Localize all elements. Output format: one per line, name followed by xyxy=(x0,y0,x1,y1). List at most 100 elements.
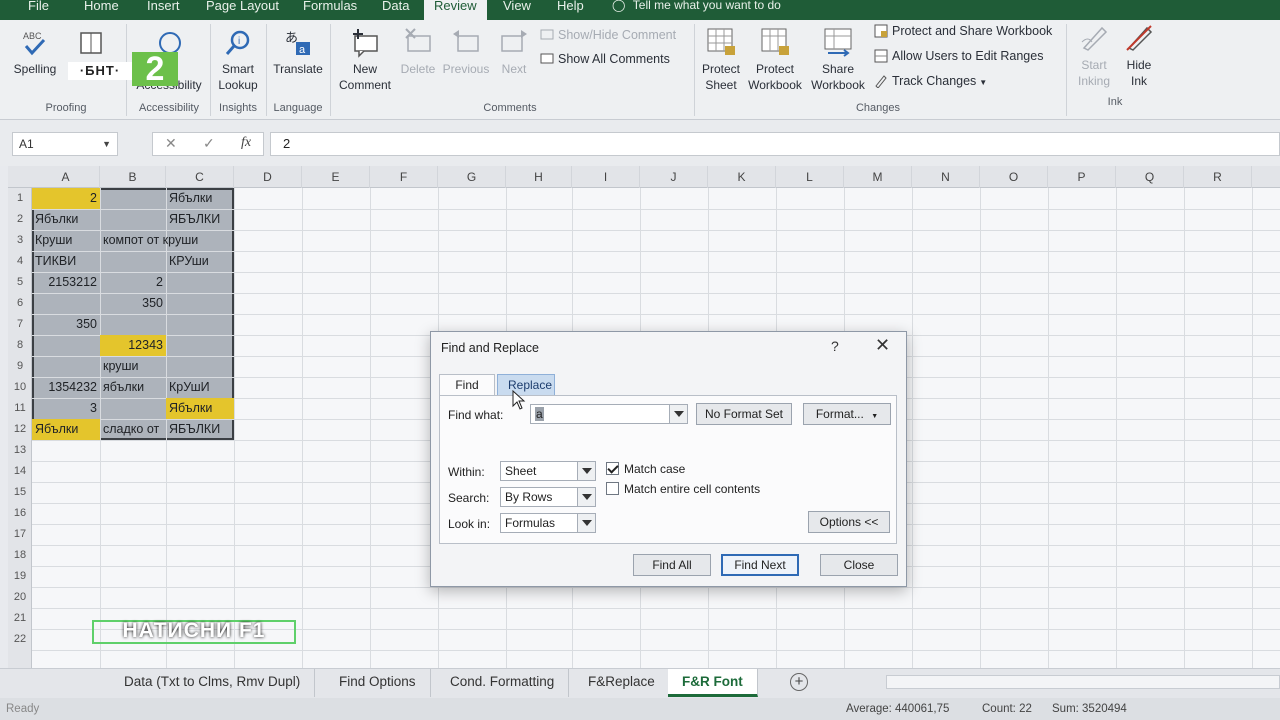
within-select[interactable]: Sheet xyxy=(500,461,596,481)
sheet-tab-data[interactable]: Data (Txt to Clms, Rmv Dupl) xyxy=(110,669,316,697)
column-header-b[interactable]: B xyxy=(100,166,166,188)
no-format-set-button[interactable]: No Format Set xyxy=(696,403,792,425)
column-header-j[interactable]: J xyxy=(640,166,708,188)
formula-input[interactable]: 2 xyxy=(270,132,1280,156)
tab-page-layout[interactable]: Page Layout xyxy=(206,0,279,20)
column-header-h[interactable]: H xyxy=(506,166,572,188)
tab-view[interactable]: View xyxy=(503,0,531,20)
row-header-19[interactable]: 19 xyxy=(8,566,32,587)
cell-a1[interactable]: 2 xyxy=(32,188,100,209)
cell-a4[interactable]: ТИКВИ xyxy=(32,251,100,272)
track-changes-button[interactable]: Track Changes ▼ xyxy=(874,72,987,90)
column-header-r[interactable]: R xyxy=(1184,166,1252,188)
row-header-3[interactable]: 3 xyxy=(8,230,32,251)
column-header-p[interactable]: P xyxy=(1048,166,1116,188)
cell-b8[interactable]: 12343 xyxy=(100,335,166,356)
cell-a2[interactable]: Ябълки xyxy=(32,209,100,230)
column-header-l[interactable]: L xyxy=(776,166,844,188)
row-header-5[interactable]: 5 xyxy=(8,272,32,293)
row-header-6[interactable]: 6 xyxy=(8,293,32,314)
cell-a7[interactable]: 350 xyxy=(32,314,100,335)
close-button[interactable]: Close xyxy=(820,554,898,576)
row-header-21[interactable]: 21 xyxy=(8,608,32,629)
protect-and-share-button[interactable]: Protect and Share Workbook xyxy=(874,22,1052,40)
find-what-input[interactable]: a xyxy=(530,404,688,424)
tab-help[interactable]: Help xyxy=(557,0,584,20)
horizontal-scrollbar[interactable] xyxy=(886,675,1280,689)
tab-formulas[interactable]: Formulas xyxy=(303,0,357,20)
show-hide-comment-button[interactable]: Show/Hide Comment xyxy=(540,26,676,44)
cell-c4[interactable]: КРУши xyxy=(166,251,234,272)
cell-a3[interactable]: Круши xyxy=(32,230,100,251)
show-all-comments-button[interactable]: Show All Comments xyxy=(540,50,670,68)
row-header-17[interactable]: 17 xyxy=(8,524,32,545)
previous-comment-button[interactable]: Previous xyxy=(440,28,492,77)
tab-data[interactable]: Data xyxy=(382,0,409,20)
column-header-a[interactable]: A xyxy=(32,166,100,188)
close-icon[interactable]: ✕ xyxy=(875,335,890,356)
protect-sheet-button[interactable]: Protect Sheet xyxy=(698,26,744,93)
cell-b12[interactable]: сладко от xyxy=(100,419,166,440)
column-header-i[interactable]: I xyxy=(572,166,640,188)
tell-me-search[interactable]: ◯ Tell me what you want to do xyxy=(612,0,781,14)
add-sheet-icon[interactable]: + xyxy=(790,673,808,691)
row-header-13[interactable]: 13 xyxy=(8,440,32,461)
find-all-button[interactable]: Find All xyxy=(633,554,711,576)
row-header-12[interactable]: 12 xyxy=(8,419,32,440)
tab-insert[interactable]: Insert xyxy=(147,0,180,20)
insert-function-icon[interactable]: fx xyxy=(241,135,251,151)
cell-a10[interactable]: 1354232 xyxy=(32,377,100,398)
sheet-tab-f-replace[interactable]: F&Replace xyxy=(574,669,670,697)
start-inking-button[interactable]: Start Inking xyxy=(1070,22,1118,89)
cancel-icon[interactable]: ✕ xyxy=(165,135,177,152)
tab-replace[interactable]: Replace xyxy=(497,374,555,396)
help-icon[interactable]: ? xyxy=(831,338,839,354)
sheet-tab-cond-formatting[interactable]: Cond. Formatting xyxy=(436,669,570,697)
column-header-c[interactable]: C xyxy=(166,166,234,188)
row-header-7[interactable]: 7 xyxy=(8,314,32,335)
cell-c1[interactable]: Ябълки xyxy=(166,188,234,209)
cell-b5[interactable]: 2 xyxy=(100,272,166,293)
share-workbook-button[interactable]: Share Workbook xyxy=(808,26,868,93)
row-header-20[interactable]: 20 xyxy=(8,587,32,608)
row-header-16[interactable]: 16 xyxy=(8,503,32,524)
name-box[interactable]: A1 ▼ xyxy=(12,132,118,156)
column-header-g[interactable]: G xyxy=(438,166,506,188)
cell-b9[interactable]: круши xyxy=(100,356,166,377)
row-header-4[interactable]: 4 xyxy=(8,251,32,272)
row-header-10[interactable]: 10 xyxy=(8,377,32,398)
tab-review[interactable]: Review xyxy=(424,0,487,20)
sheet-tab-find-options[interactable]: Find Options xyxy=(325,669,431,697)
cell-c10[interactable]: КрУшИ xyxy=(166,377,234,398)
chevron-down-icon[interactable] xyxy=(669,405,687,423)
column-header-d[interactable]: D xyxy=(234,166,302,188)
new-comment-button[interactable]: New Comment xyxy=(334,28,396,93)
column-header-n[interactable]: N xyxy=(912,166,980,188)
tab-home[interactable]: Home xyxy=(84,0,119,20)
find-next-button[interactable]: Find Next xyxy=(721,554,799,576)
next-comment-button[interactable]: Next xyxy=(494,28,534,77)
allow-users-edit-ranges-button[interactable]: Allow Users to Edit Ranges xyxy=(874,47,1043,65)
cell-a12[interactable]: Ябълки xyxy=(32,419,100,440)
row-header-15[interactable]: 15 xyxy=(8,482,32,503)
row-header-11[interactable]: 11 xyxy=(8,398,32,419)
column-header-q[interactable]: Q xyxy=(1116,166,1184,188)
look-in-select[interactable]: Formulas xyxy=(500,513,596,533)
row-header-9[interactable]: 9 xyxy=(8,356,32,377)
column-header-e[interactable]: E xyxy=(302,166,370,188)
column-header-k[interactable]: K xyxy=(708,166,776,188)
sheet-tab-f-r-font[interactable]: F&R Font xyxy=(668,669,758,697)
cell-b6[interactable]: 350 xyxy=(100,293,166,314)
tab-file[interactable]: File xyxy=(28,0,49,20)
row-header-8[interactable]: 8 xyxy=(8,335,32,356)
spelling-button[interactable]: ABC Spelling xyxy=(10,28,60,77)
column-header-m[interactable]: M xyxy=(844,166,912,188)
enter-icon[interactable]: ✓ xyxy=(203,135,215,152)
cell-a11[interactable]: 3 xyxy=(32,398,100,419)
format-button[interactable]: Format... ▼ xyxy=(803,403,891,425)
cell-a5[interactable]: 2153212 xyxy=(32,272,100,293)
column-header-o[interactable]: O xyxy=(980,166,1048,188)
row-header-2[interactable]: 2 xyxy=(8,209,32,230)
cell-c11[interactable]: Ябълки xyxy=(166,398,234,419)
protect-workbook-button[interactable]: Protect Workbook xyxy=(744,26,806,93)
